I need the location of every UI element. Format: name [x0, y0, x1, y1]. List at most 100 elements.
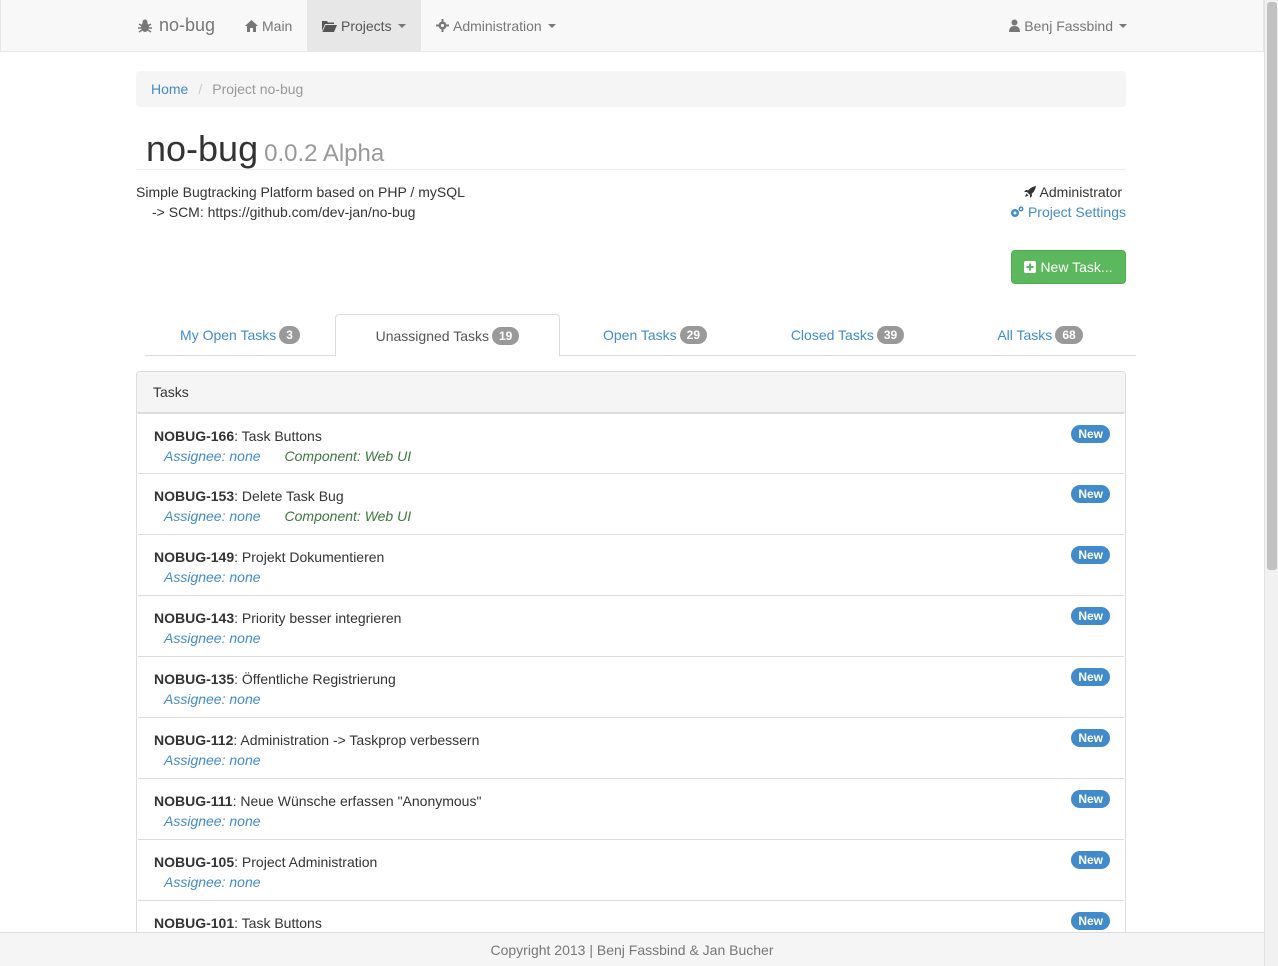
status-badge: New: [1071, 607, 1110, 625]
task-meta: Assignee: none: [154, 811, 1108, 831]
nav-main-label: Main: [262, 17, 293, 34]
tab-open-tasks[interactable]: Open Tasks 29: [560, 314, 750, 356]
tab-label: Open Tasks: [602, 327, 677, 343]
task-title: NOBUG-166: Task Buttons: [154, 426, 1108, 446]
task-key: NOBUG-166: [154, 428, 235, 444]
chevron-down-icon: [547, 23, 556, 28]
task-key: NOBUG-153: [154, 488, 235, 504]
project-settings-label: Project Settings: [1027, 204, 1126, 220]
folder-open-icon: [322, 20, 337, 32]
task-key: NOBUG-149: [154, 549, 235, 565]
role-label: Administrator: [1039, 184, 1122, 200]
task-summary: : Neue Wünsche erfassen "Anonymous": [232, 793, 482, 809]
nav-administration-dropdown[interactable]: Administration: [421, 0, 571, 51]
task-title: NOBUG-143: Priority besser integrieren: [154, 608, 1108, 628]
description-line: Simple Bugtracking Platform based on PHP…: [136, 184, 465, 200]
project-description: Simple Bugtracking Platform based on PHP…: [136, 182, 465, 222]
user-icon: [1009, 19, 1021, 32]
brand-link[interactable]: no-bug: [137, 0, 215, 51]
tab-label: Unassigned Tasks: [375, 327, 489, 344]
footer-copyright: Copyright 2013 | Benj Fassbind & Jan Buc…: [490, 941, 774, 958]
status-badge: New: [1071, 790, 1110, 808]
task-list-item[interactable]: NOBUG-112: Administration -> Taskprop ve…: [138, 718, 1124, 779]
breadcrumb-home-link[interactable]: Home: [151, 81, 188, 97]
nav-main[interactable]: Main: [230, 0, 307, 51]
nav-projects-label: Projects: [341, 17, 392, 34]
task-key: NOBUG-112: [154, 732, 234, 748]
page-scrollbar[interactable]: [1264, 0, 1278, 966]
task-summary: : Task Buttons: [234, 915, 322, 931]
status-badge: New: [1071, 729, 1110, 747]
project-settings-link[interactable]: Project Settings: [1010, 202, 1126, 222]
task-key: NOBUG-101: [154, 915, 235, 931]
task-summary: : Delete Task Bug: [234, 488, 344, 504]
task-title: NOBUG-111: Neue Wünsche erfassen "Anonym…: [154, 791, 1108, 811]
project-name: no-bug: [146, 128, 259, 169]
task-key: NOBUG-105: [154, 854, 235, 870]
nav-administration-label: Administration: [453, 17, 542, 34]
task-meta: Assignee: none: [154, 689, 1108, 709]
task-title: NOBUG-105: Project Administration: [154, 852, 1108, 872]
new-task-button[interactable]: New Task...: [1011, 250, 1126, 284]
task-list-item[interactable]: NOBUG-105: Project Administration Assign…: [138, 840, 1124, 901]
page-title: no-bug 0.0.2 Alpha: [146, 128, 384, 170]
tab-count-badge: 39: [876, 326, 905, 344]
task-list-item[interactable]: NOBUG-111: Neue Wünsche erfassen "Anonym…: [138, 779, 1124, 840]
task-key: NOBUG-111: [154, 793, 233, 809]
brand-label: no-bug: [159, 15, 216, 35]
task-meta: Assignee: none: [154, 628, 1108, 648]
bug-icon: [138, 19, 152, 33]
tab-closed-tasks[interactable]: Closed Tasks 39: [750, 314, 945, 356]
task-title: NOBUG-112: Administration -> Taskprop ve…: [154, 730, 1108, 750]
task-summary: : Administration -> Taskprop verbessern: [233, 732, 480, 748]
status-badge: New: [1071, 485, 1110, 503]
cogs-icon: [1010, 206, 1024, 217]
user-menu-dropdown[interactable]: Benj Fassbind: [994, 0, 1127, 51]
new-task-label: New Task...: [1040, 259, 1113, 275]
task-list-item[interactable]: NOBUG-149: Projekt Dokumentieren Assigne…: [138, 535, 1124, 596]
tab-unassigned-tasks[interactable]: Unassigned Tasks 19: [335, 314, 560, 357]
task-title: NOBUG-135: Öffentliche Registrierung: [154, 669, 1108, 689]
top-navbar: no-bug Main Projects Administration Benj…: [0, 0, 1264, 52]
page-header: no-bug 0.0.2 Alpha: [136, 126, 1126, 170]
task-filter-tabs: My Open Tasks 3 Unassigned Tasks 19 Open T…: [145, 314, 1136, 357]
task-summary: : Projekt Dokumentieren: [234, 549, 385, 565]
task-key: NOBUG-135: [154, 671, 235, 687]
tab-my-open-tasks[interactable]: My Open Tasks 3: [145, 314, 335, 356]
task-summary: : Task Buttons: [234, 428, 322, 444]
task-list: NOBUG-166: Task Buttons Assignee: none Co…: [137, 413, 1125, 962]
status-badge: New: [1071, 912, 1110, 930]
tab-all-tasks[interactable]: All Tasks 68: [945, 314, 1135, 356]
breadcrumb: Home / Project no-bug: [136, 71, 1126, 107]
task-assignee: Assignee: none: [164, 448, 261, 464]
task-assignee: Assignee: none: [164, 874, 261, 890]
task-meta: Assignee: none: [154, 872, 1108, 892]
task-assignee: Assignee: none: [164, 508, 261, 524]
task-list-item[interactable]: NOBUG-143: Priority besser integrieren A…: [138, 596, 1124, 657]
home-icon: [245, 19, 258, 32]
tab-count-badge: 29: [679, 326, 708, 344]
rocket-icon: [1023, 186, 1036, 198]
task-list-item[interactable]: NOBUG-153: Delete Task Bug Assignee: non…: [138, 474, 1124, 535]
scrollbar-thumb[interactable]: [1267, 2, 1277, 570]
nav-projects-dropdown[interactable]: Projects: [307, 0, 421, 51]
task-title: NOBUG-149: Projekt Dokumentieren: [154, 547, 1108, 567]
task-summary: : Priority besser integrieren: [234, 610, 402, 626]
panel-heading: Tasks: [137, 372, 1125, 413]
breadcrumb-current: Project no-bug: [212, 81, 304, 97]
status-badge: New: [1071, 425, 1110, 443]
tab-label: Closed Tasks: [790, 327, 874, 343]
status-badge: New: [1071, 546, 1110, 564]
project-version: 0.0.2 Alpha: [264, 140, 385, 167]
task-title: NOBUG-153: Delete Task Bug: [154, 486, 1108, 506]
task-meta: Assignee: none Component: Web UI: [154, 506, 1108, 526]
description-scm-line: -> SCM: https://github.com/dev-jan/no-bu…: [152, 204, 416, 220]
task-component: Component: Web UI: [284, 448, 412, 464]
user-name: Benj Fassbind: [1024, 17, 1113, 34]
task-assignee: Assignee: none: [164, 630, 261, 646]
task-list-item[interactable]: NOBUG-135: Öffentliche Registrierung Ass…: [138, 657, 1124, 718]
task-meta: Assignee: none Component: Web UI: [154, 446, 1108, 466]
task-assignee: Assignee: none: [164, 752, 261, 768]
task-assignee: Assignee: none: [164, 691, 261, 707]
task-list-item[interactable]: NOBUG-166: Task Buttons Assignee: none Co…: [138, 413, 1124, 474]
